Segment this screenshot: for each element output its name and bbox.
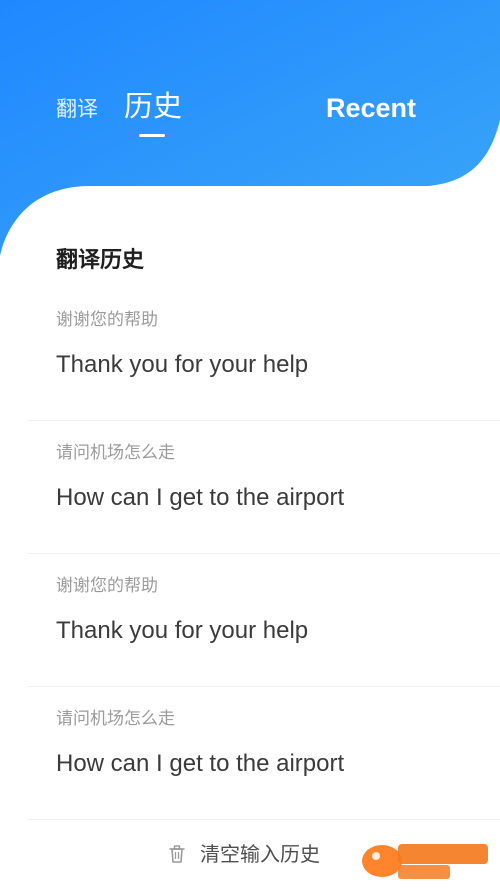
history-item-source: 谢谢您的帮助 <box>56 310 158 330</box>
clear-history-button[interactable]: 清空输入历史 <box>166 838 320 870</box>
history-item-source: 请问机场怎么走 <box>56 709 175 729</box>
history-item-source: 谢谢您的帮助 <box>56 576 158 596</box>
tab-history-label: 历史 <box>124 89 183 123</box>
history-item-result: Thank you for your help <box>56 617 309 644</box>
header-wave <box>0 0 500 256</box>
tab-bar: 翻译 历史 <box>56 86 183 137</box>
site-watermark-logo <box>362 844 488 879</box>
history-item[interactable]: 请问机场怎么走 How can I get to the airport <box>28 421 500 554</box>
history-item[interactable]: 谢谢您的帮助 Thank you for your help <box>28 288 500 421</box>
clear-history-label: 清空输入历史 <box>200 842 320 866</box>
history-item-source: 请问机场怎么走 <box>56 443 175 463</box>
recent-label: Recent <box>325 93 416 123</box>
history-item-result: How can I get to the airport <box>56 750 345 777</box>
history-item-result: How can I get to the airport <box>56 484 345 511</box>
history-item[interactable]: 请问机场怎么走 How can I get to the airport <box>28 687 500 820</box>
section-title: 翻译历史 <box>56 248 145 273</box>
trash-icon <box>166 843 188 865</box>
app-root: 翻译 历史 Recent 翻译历史 谢谢您的帮助 Thank you for y… <box>0 0 500 889</box>
active-tab-indicator <box>139 134 165 137</box>
tab-history[interactable]: 历史 <box>124 86 183 137</box>
history-list: 谢谢您的帮助 Thank you for your help 请问机场怎么走 H… <box>0 288 500 820</box>
history-panel: 翻译历史 谢谢您的帮助 Thank you for your help 请问机场… <box>0 244 500 820</box>
history-item-result: Thank you for your help <box>56 351 309 378</box>
history-item[interactable]: 谢谢您的帮助 Thank you for your help <box>28 554 500 687</box>
tab-translate[interactable]: 翻译 <box>56 94 98 124</box>
